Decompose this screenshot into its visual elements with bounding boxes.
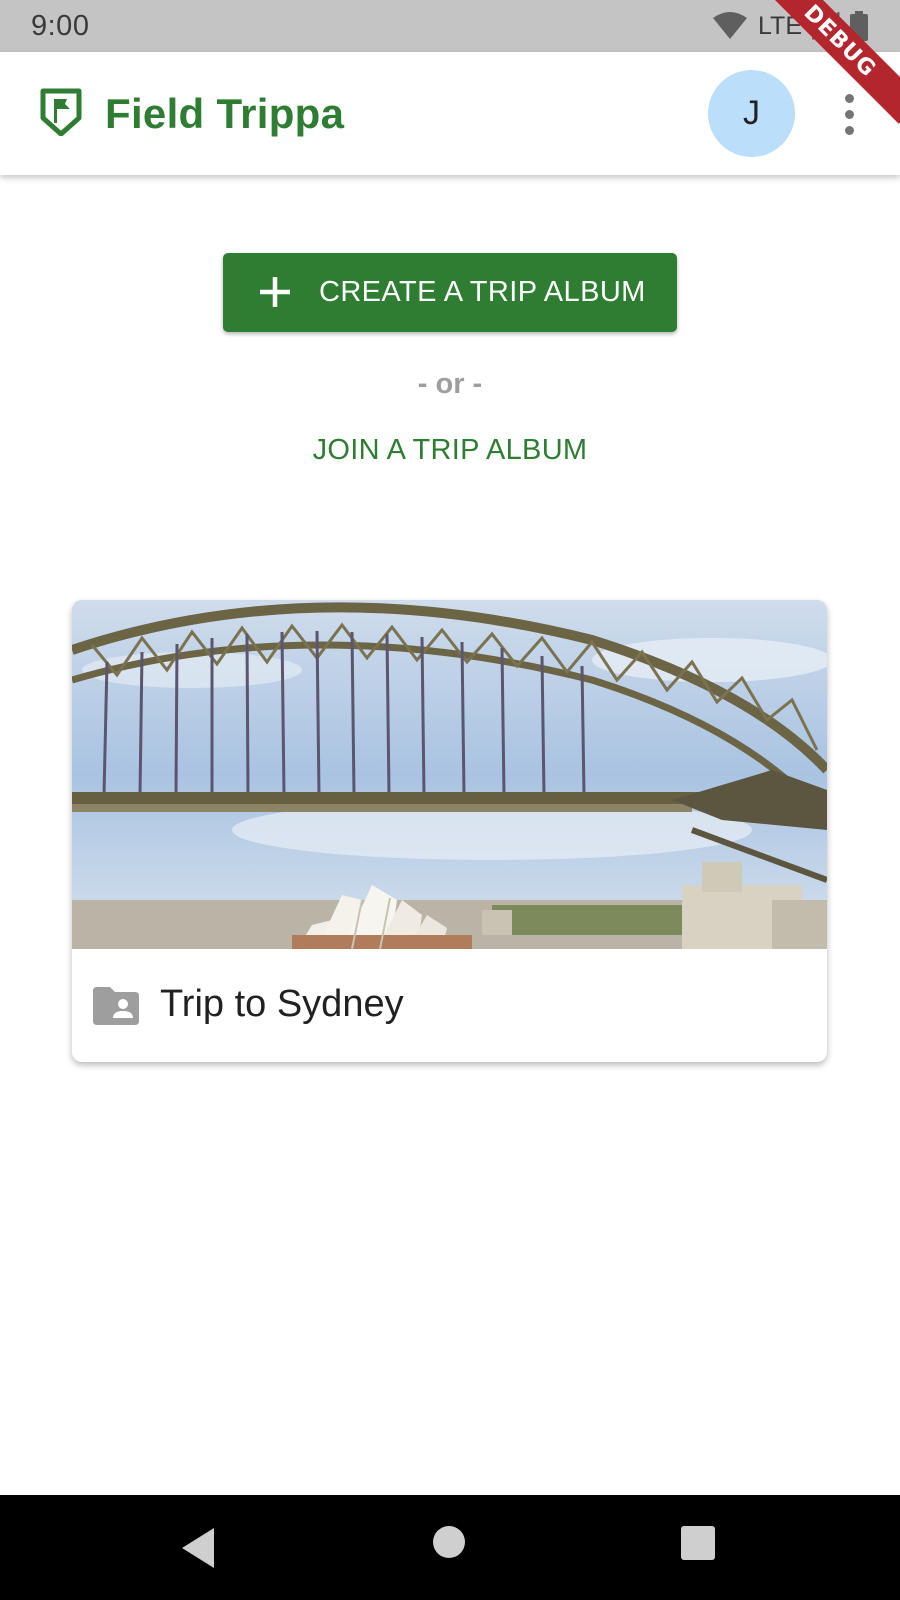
folder-shared-icon <box>93 987 139 1025</box>
plus-icon <box>260 277 290 307</box>
wifi-icon <box>713 12 747 39</box>
more-vert-icon[interactable] <box>826 86 872 142</box>
avatar-initial: J <box>743 94 760 132</box>
status-bar: 9:00 LTE <box>0 0 900 52</box>
join-trip-album-button[interactable]: JOIN A TRIP ALBUM <box>290 434 610 478</box>
app-title: Field Trippa <box>105 90 345 137</box>
album-card[interactable]: Trip to Sydney <box>72 600 827 1062</box>
status-time: 9:00 <box>31 9 90 42</box>
back-icon[interactable] <box>180 1526 216 1570</box>
flag-shield-icon <box>40 88 82 136</box>
create-trip-album-button[interactable]: CREATE A TRIP ALBUM <box>223 253 677 332</box>
album-title: Trip to Sydney <box>160 983 404 1025</box>
app-bar: Field Trippa J <box>0 52 900 175</box>
navigation-bar <box>0 1495 900 1600</box>
avatar[interactable]: J <box>708 70 795 157</box>
create-button-label: CREATE A TRIP ALBUM <box>319 276 646 308</box>
home-icon[interactable] <box>432 1525 466 1559</box>
recents-icon[interactable] <box>680 1525 716 1561</box>
album-footer: Trip to Sydney <box>72 949 827 1062</box>
album-cover-image <box>72 600 827 949</box>
or-divider: - or - <box>417 368 483 400</box>
